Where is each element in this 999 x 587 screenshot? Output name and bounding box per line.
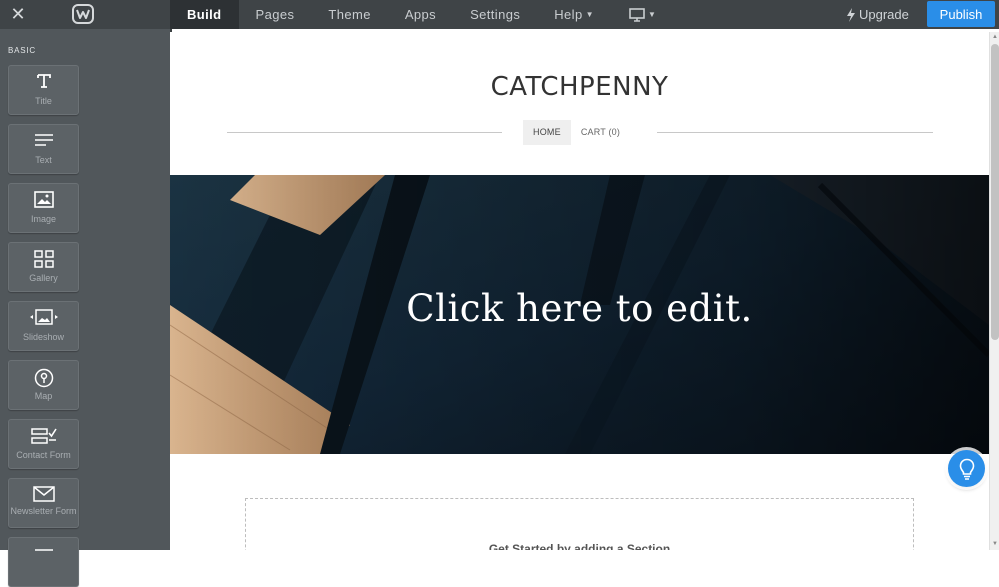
chevron-down-icon: ▼ — [585, 10, 594, 19]
scroll-down-arrow[interactable]: ▼ — [991, 540, 999, 548]
tab-settings-label: Settings — [470, 7, 521, 22]
top-toolbar: ✕ Build Pages Theme Apps Settings Help ▼ … — [0, 0, 999, 29]
hero-headline[interactable]: Click here to edit. — [170, 287, 989, 330]
upgrade-button[interactable]: Upgrade — [846, 0, 909, 29]
chevron-down-icon: ▼ — [647, 10, 656, 19]
desktop-monitor-icon — [629, 7, 645, 22]
envelope-icon — [32, 486, 55, 502]
weebly-logo-icon[interactable] — [72, 4, 94, 24]
publish-button[interactable]: Publish — [927, 1, 995, 27]
tile-text[interactable]: Text — [8, 124, 79, 174]
scroll-up-arrow[interactable]: ▲ — [991, 33, 999, 41]
tile-label: Gallery — [29, 273, 58, 283]
tab-apps[interactable]: Apps — [388, 0, 453, 29]
more-element-icon — [34, 549, 53, 551]
tile-image[interactable]: Image — [8, 183, 79, 233]
tile-label: Title — [35, 96, 52, 106]
contact-form-icon — [30, 428, 57, 444]
tab-help-label: Help — [554, 7, 583, 22]
tab-build-label: Build — [187, 7, 222, 22]
title-icon — [36, 74, 51, 88]
tile-label: Text — [35, 155, 52, 165]
tab-apps-label: Apps — [404, 7, 437, 22]
image-icon — [33, 191, 54, 208]
tab-pages-label: Pages — [255, 7, 295, 22]
divider — [657, 132, 933, 133]
hero-headline-text: Click here to edit. — [406, 287, 753, 330]
publish-label: Publish — [939, 6, 983, 22]
device-preview-button[interactable]: ▼ — [611, 0, 674, 29]
tile-title[interactable]: Title — [8, 65, 79, 115]
tile-map[interactable]: Map — [8, 360, 79, 410]
tab-pages[interactable]: Pages — [239, 0, 312, 29]
editor-nav: Build Pages Theme Apps Settings Help ▼ ▼ — [170, 0, 674, 29]
close-icon[interactable]: ✕ — [8, 4, 28, 24]
add-section-dropzone[interactable]: Get Started by adding a Section — [245, 498, 914, 550]
sidebar-heading: BASIC — [8, 46, 37, 55]
tab-build[interactable]: Build — [170, 0, 239, 29]
text-lines-icon — [34, 134, 53, 146]
tile-more[interactable] — [8, 537, 79, 587]
upgrade-label: Upgrade — [859, 7, 909, 22]
gallery-grid-icon — [33, 250, 54, 268]
site-nav-cart[interactable]: CART (0) — [571, 120, 630, 145]
site-navigation: HOME CART (0) — [523, 120, 630, 145]
tab-settings[interactable]: Settings — [453, 0, 537, 29]
map-pin-icon — [34, 368, 53, 388]
site-nav-home[interactable]: HOME — [523, 120, 571, 145]
help-lightbulb-button[interactable] — [948, 450, 985, 487]
tab-theme-label: Theme — [328, 7, 371, 22]
tile-label: Newsletter Form — [10, 506, 77, 516]
tile-contact-form[interactable]: Contact Form — [8, 419, 79, 469]
tab-theme[interactable]: Theme — [311, 0, 387, 29]
tile-label: Contact Form — [16, 450, 71, 460]
hero-banner[interactable]: Click here to edit. — [170, 175, 989, 454]
slideshow-icon — [29, 309, 58, 325]
tab-help[interactable]: Help ▼ — [537, 0, 611, 29]
tile-gallery[interactable]: Gallery — [8, 242, 79, 292]
site-title[interactable]: CATCHPENNY — [170, 72, 989, 102]
site-canvas: CATCHPENNY HOME CART (0) Click here to e… — [170, 32, 989, 550]
tile-label: Slideshow — [22, 332, 65, 342]
lightning-icon — [847, 7, 855, 22]
divider — [227, 132, 502, 133]
tile-label: Map — [34, 391, 53, 401]
canvas-scrollbar[interactable]: ▲ ▼ — [989, 32, 999, 550]
add-section-prompt: Get Started by adding a Section — [488, 542, 671, 550]
tile-slideshow[interactable]: Slideshow — [8, 301, 79, 351]
scroll-thumb[interactable] — [991, 44, 999, 340]
tile-newsletter-form[interactable]: Newsletter Form — [8, 478, 79, 528]
element-sidebar: BASIC Title Text Image Gallery Slideshow… — [0, 29, 170, 587]
tile-label: Image — [30, 214, 56, 224]
lightbulb-icon — [959, 458, 974, 480]
